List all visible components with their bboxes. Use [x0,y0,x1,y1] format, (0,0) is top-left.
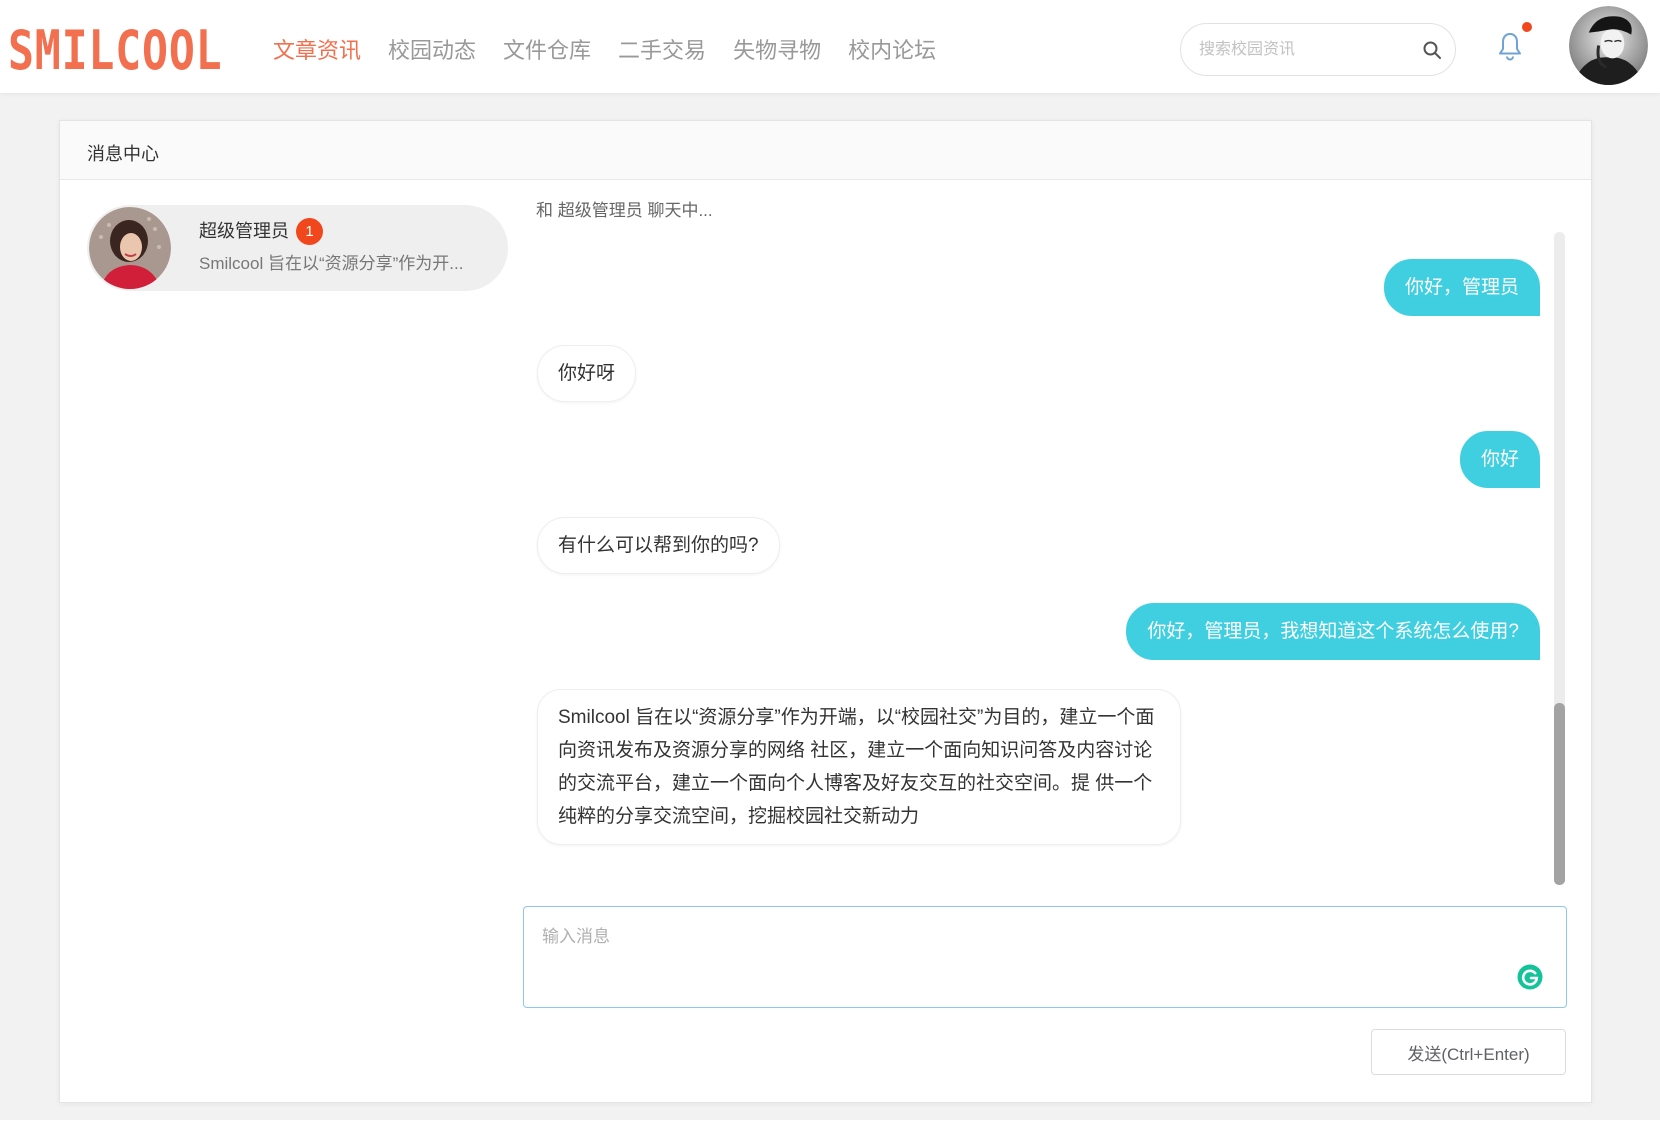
message-bubble: 你好，管理员，我想知道这个系统怎么使用? [1126,603,1540,660]
contact-avatar-image [89,207,171,289]
contact-avatar [89,207,171,289]
message-line: 向资讯发布及资源分享的网络 社区，建立一个面向知识问答及内容讨论 [558,740,1153,761]
notification-bell[interactable] [1496,31,1524,61]
message-bubble: 有什么可以帮到你的吗? [537,517,780,574]
grammarly-icon [1516,963,1544,991]
message-input-box [523,906,1567,1008]
message-bubble: 你好，管理员 [1383,259,1540,316]
message-bubble: 你好呀 [537,345,637,402]
panel-header: 消息中心 [60,121,1591,180]
panel-title: 消息中心 [87,144,159,164]
message-bubble: 你好 [1459,431,1540,488]
nav-item-forum[interactable]: 校内论坛 [848,37,936,65]
message-center-panel: 消息中心 超级管理员 1 Smilcool 旨在以“资源分享”作为开... 和 … [59,120,1592,1103]
chat-message: Smilcool 旨在以“资源分享”作为开端，以“校园社交”为目的，建立一个面 … [537,689,1540,845]
chat-message: 有什么可以帮到你的吗? [537,517,1540,574]
logo[interactable]: SMILCOOL [8,24,222,78]
nav-item-articles[interactable]: 文章资讯 [273,37,361,65]
contact-item[interactable]: 超级管理员 1 Smilcool 旨在以“资源分享”作为开... [87,205,508,291]
bell-icon [1499,33,1521,61]
notification-dot [1522,22,1532,32]
chat-message: 你好呀 [537,345,1540,402]
unread-badge: 1 [296,217,323,245]
nav-item-campus-news[interactable]: 校园动态 [388,37,476,65]
message-line: 的交流平台，建立一个面向个人博客及好友交互的社交空间。提 供一个 [558,773,1153,794]
chat-status: 和 超级管理员 聊天中... [536,201,713,220]
grammarly-button[interactable] [1516,963,1544,991]
message-line: 纯粹的分享交流空间，挖掘校园社交新动力 [558,806,920,827]
chat-message: 你好 [537,431,1540,488]
search-input[interactable] [1199,24,1409,75]
main-nav: 文章资讯 校园动态 文件仓库 二手交易 失物寻物 校内论坛 [273,37,936,65]
message-list: 你好，管理员 你好呀 你好 有什么可以帮到你的吗? 你好，管理员，我想知道这个系… [537,259,1540,845]
search-icon[interactable] [1422,40,1442,60]
message-line: Smilcool 旨在以“资源分享”作为开端，以“校园社交”为目的，建立一个面 [558,707,1155,728]
chat-message: 你好，管理员 [537,259,1540,316]
search-box [1180,23,1456,76]
chat-scrollbar[interactable] [1554,232,1565,885]
top-header: SMILCOOL 文章资讯 校园动态 文件仓库 二手交易 失物寻物 校内论坛 [0,0,1660,93]
footer-strip [0,1120,1660,1128]
send-button[interactable]: 发送(Ctrl+Enter) [1371,1029,1566,1075]
message-bubble: Smilcool 旨在以“资源分享”作为开端，以“校园社交”为目的，建立一个面 … [537,689,1182,845]
contact-name: 超级管理员 [199,221,289,241]
contact-preview: Smilcool 旨在以“资源分享”作为开... [199,254,464,273]
nav-item-files[interactable]: 文件仓库 [503,37,591,65]
user-avatar-image [1569,6,1648,85]
message-input[interactable] [524,907,1566,1007]
user-avatar[interactable] [1569,6,1648,85]
chat-scrollbar-thumb[interactable] [1554,703,1565,885]
contact-name-row: 超级管理员 1 [199,217,323,245]
chat-message: 你好，管理员，我想知道这个系统怎么使用? [537,603,1540,660]
nav-item-second-hand[interactable]: 二手交易 [618,37,706,65]
nav-item-lost-found[interactable]: 失物寻物 [733,37,821,65]
